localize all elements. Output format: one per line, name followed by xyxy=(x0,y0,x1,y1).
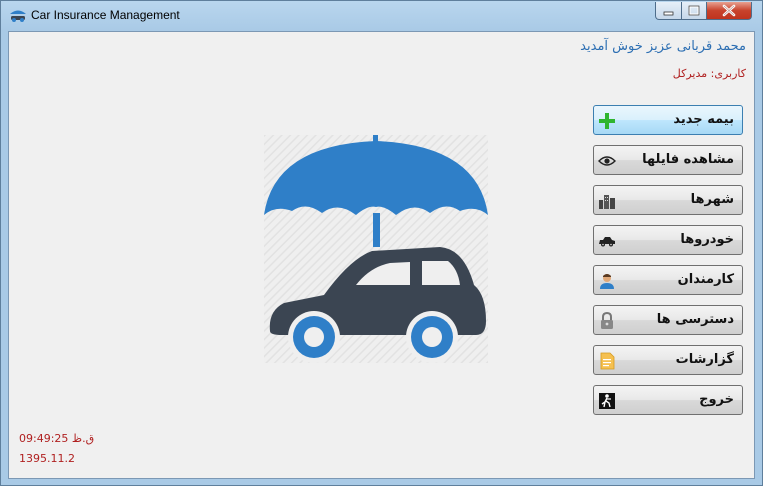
welcome-message: محمد قربانی عزیز خوش آمدید xyxy=(580,39,746,54)
menu-label: مشاهده فایلها xyxy=(642,152,734,167)
employees-button[interactable]: کارمندان xyxy=(593,265,743,295)
title-bar[interactable]: Car Insurance Management xyxy=(1,1,762,31)
clock-time: ق.ظ 09:49:25 xyxy=(19,432,95,445)
eye-icon xyxy=(598,156,616,166)
new-insurance-button[interactable]: بیمه جدید xyxy=(593,105,743,135)
view-files-button[interactable]: مشاهده فایلها xyxy=(593,145,743,175)
car-insurance-app-icon xyxy=(10,10,26,22)
main-panel: محمد قربانی عزیز خوش آمدید کاربری: مدیرک… xyxy=(8,31,755,479)
menu-label: کارمندان xyxy=(677,272,734,287)
maximize-icon xyxy=(688,5,700,16)
lock-icon xyxy=(601,312,613,329)
app-window: Car Insurance Management محمد قربانی عزی… xyxy=(0,0,763,486)
city-icon xyxy=(599,195,615,209)
close-button[interactable] xyxy=(706,2,752,20)
cars-button[interactable]: خودروها xyxy=(593,225,743,255)
car-insurance-logo xyxy=(264,135,488,363)
current-date: 1395.11.2 xyxy=(19,452,75,465)
menu-label: خودروها xyxy=(680,232,734,247)
window-title: Car Insurance Management xyxy=(31,8,180,22)
employee-icon xyxy=(600,274,614,289)
exit-button[interactable]: خروج xyxy=(593,385,743,415)
reports-button[interactable]: گزارشات xyxy=(593,345,743,375)
user-role-label: کاربری: مدیرکل xyxy=(672,67,746,80)
close-icon xyxy=(722,4,736,17)
minimize-icon xyxy=(663,11,674,16)
plus-icon xyxy=(599,113,615,129)
menu-label: خروج xyxy=(699,392,734,407)
maximize-button[interactable] xyxy=(681,2,707,20)
report-icon xyxy=(600,352,615,370)
menu-label: شهرها xyxy=(690,192,734,207)
menu-label: بیمه جدید xyxy=(673,112,734,127)
car-icon xyxy=(599,237,615,247)
menu-label: گزارشات xyxy=(675,352,734,367)
menu-label: دسترسی ها xyxy=(656,312,734,327)
exit-icon xyxy=(599,393,615,409)
cities-button[interactable]: شهرها xyxy=(593,185,743,215)
minimize-button[interactable] xyxy=(655,2,682,20)
access-button[interactable]: دسترسی ها xyxy=(593,305,743,335)
